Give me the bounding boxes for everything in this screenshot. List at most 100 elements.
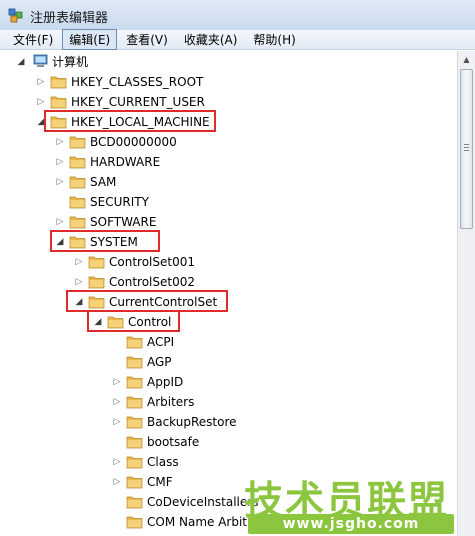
tree-item-controlset001[interactable]: ▷ ControlSet001 — [0, 252, 457, 272]
collapse-arrow-icon[interactable]: ◢ — [16, 56, 26, 68]
tree-item-hardware[interactable]: ▷ HARDWARE — [0, 152, 457, 172]
tree-item-label: ControlSet002 — [109, 275, 195, 289]
tree-item-codeviceinstallers[interactable]: CoDeviceInstallers — [0, 492, 457, 512]
folder-icon — [126, 456, 143, 469]
tree-item-label: BCD00000000 — [90, 135, 177, 149]
tree-item-label: Class — [147, 455, 179, 469]
expand-arrow-icon[interactable]: ▷ — [55, 216, 65, 228]
expand-arrow-icon[interactable]: ▷ — [112, 416, 122, 428]
tree-item-label: CurrentControlSet — [109, 295, 218, 309]
tree-item-label: ACPI — [147, 335, 175, 349]
tree-item-label: AGP — [147, 355, 172, 369]
folder-icon — [126, 436, 143, 449]
folder-icon — [88, 296, 105, 309]
folder-icon — [50, 116, 67, 129]
tree-item-label: BackupRestore — [147, 415, 237, 429]
tree-item-security[interactable]: SECURITY — [0, 192, 457, 212]
collapse-arrow-icon[interactable]: ◢ — [74, 296, 84, 308]
folder-icon — [69, 176, 86, 189]
tree-item-system[interactable]: ◢ SYSTEM — [0, 232, 457, 252]
collapse-arrow-icon[interactable]: ◢ — [55, 236, 65, 248]
scroll-up-arrow-icon[interactable]: ▲ — [459, 52, 474, 68]
tree-item-label: ControlSet001 — [109, 255, 195, 269]
tree-item-label: HKEY_CURRENT_USER — [71, 95, 205, 109]
collapse-arrow-icon[interactable]: ◢ — [93, 316, 103, 328]
menu-favorites[interactable]: 收藏夹(A) — [177, 29, 245, 50]
tree-item-bcd00000000[interactable]: ▷ BCD00000000 — [0, 132, 457, 152]
folder-icon — [69, 136, 86, 149]
grip-line — [464, 144, 469, 145]
menu-file[interactable]: 文件(F) — [6, 29, 60, 50]
expand-arrow-icon[interactable]: ▷ — [36, 76, 46, 88]
tree-item-label: CoDeviceInstallers — [147, 495, 259, 509]
folder-icon — [69, 236, 86, 249]
tree-item-software[interactable]: ▷ SOFTWARE — [0, 212, 457, 232]
tree-item-com-name-arbiter[interactable]: COM Name Arbit — [0, 512, 457, 532]
tree-item-label: bootsafe — [147, 435, 200, 449]
computer-icon — [33, 54, 48, 67]
tree-item-controlset002[interactable]: ▷ ControlSet002 — [0, 272, 457, 292]
folder-icon — [126, 376, 143, 389]
tree-item-class[interactable]: ▷ Class — [0, 452, 457, 472]
tree-item-label: SAM — [90, 175, 117, 189]
tree-item-cmf[interactable]: ▷ CMF — [0, 472, 457, 492]
expand-arrow-icon[interactable]: ▷ — [112, 476, 122, 488]
tree-item-label: 计算机 — [52, 55, 89, 69]
tree-item-control[interactable]: ◢ Control — [0, 312, 457, 332]
tree-item-sam[interactable]: ▷ SAM — [0, 172, 457, 192]
tree-item-currentcontrolset[interactable]: ◢ CurrentControlSet — [0, 292, 457, 312]
window-title: 注册表编辑器 — [30, 11, 109, 26]
menu-help[interactable]: 帮助(H) — [246, 29, 302, 50]
registry-editor-icon — [8, 8, 23, 23]
tree-item-label: HARDWARE — [90, 155, 161, 169]
tree-item-label: HKEY_CLASSES_ROOT — [71, 75, 204, 89]
tree-item-arbiters[interactable]: ▷ Arbiters — [0, 392, 457, 412]
expand-arrow-icon[interactable]: ▷ — [55, 176, 65, 188]
menu-edit[interactable]: 编辑(E) — [62, 29, 118, 50]
folder-icon — [69, 196, 86, 209]
registry-tree[interactable]: ◢ 计算机 ▷ HKEY_CLASSES_ROOT ▷ HKEY_CURRENT… — [0, 51, 457, 536]
tree-item-label: HKEY_LOCAL_MACHINE — [71, 115, 210, 129]
expand-arrow-icon[interactable]: ▷ — [74, 276, 84, 288]
folder-icon — [126, 516, 143, 529]
tree-item-acpi[interactable]: ACPI — [0, 332, 457, 352]
folder-icon — [88, 256, 105, 269]
expand-arrow-icon[interactable]: ▷ — [36, 96, 46, 108]
tree-item-label: SYSTEM — [90, 235, 138, 249]
expand-arrow-icon[interactable]: ▷ — [55, 136, 65, 148]
folder-icon — [126, 396, 143, 409]
tree-item-hkey-local-machine[interactable]: ◢ HKEY_LOCAL_MACHINE — [0, 112, 457, 132]
tree-item-label: Arbiters — [147, 395, 195, 409]
tree-item-bootsafe[interactable]: bootsafe — [0, 432, 457, 452]
folder-icon — [126, 496, 143, 509]
collapse-arrow-icon[interactable]: ◢ — [36, 116, 46, 128]
title-bar: 注册表编辑器 — [0, 0, 475, 31]
expand-arrow-icon[interactable]: ▷ — [112, 376, 122, 388]
folder-icon — [126, 336, 143, 349]
folder-icon — [126, 416, 143, 429]
tree-item-backuprestore[interactable]: ▷ BackupRestore — [0, 412, 457, 432]
tree-item-label: SOFTWARE — [90, 215, 157, 229]
tree-item-hkey-classes-root[interactable]: ▷ HKEY_CLASSES_ROOT — [0, 72, 457, 92]
tree-item-label: SECURITY — [90, 195, 149, 209]
tree-item-agp[interactable]: AGP — [0, 352, 457, 372]
folder-icon — [50, 96, 67, 109]
tree-item-label: AppID — [147, 375, 184, 389]
vertical-scrollbar[interactable]: ▲ — [457, 51, 475, 536]
folder-icon — [69, 216, 86, 229]
menu-bar: 文件(F) 编辑(E) 查看(V) 收藏夹(A) 帮助(H) — [0, 29, 475, 50]
expand-arrow-icon[interactable]: ▷ — [74, 256, 84, 268]
tree-item-appid[interactable]: ▷ AppID — [0, 372, 457, 392]
folder-icon — [88, 276, 105, 289]
expand-arrow-icon[interactable]: ▷ — [55, 156, 65, 168]
scroll-thumb[interactable] — [460, 69, 473, 229]
tree-item-hkey-current-user[interactable]: ▷ HKEY_CURRENT_USER — [0, 92, 457, 112]
tree-item-label: COM Name Arbit — [147, 515, 248, 529]
expand-arrow-icon[interactable]: ▷ — [112, 456, 122, 468]
folder-icon — [107, 316, 124, 329]
menu-view[interactable]: 查看(V) — [119, 29, 175, 50]
tree-item-computer[interactable]: ◢ 计算机 — [0, 52, 457, 72]
expand-arrow-icon[interactable]: ▷ — [112, 396, 122, 408]
grip-line — [464, 150, 469, 151]
folder-icon — [126, 476, 143, 489]
